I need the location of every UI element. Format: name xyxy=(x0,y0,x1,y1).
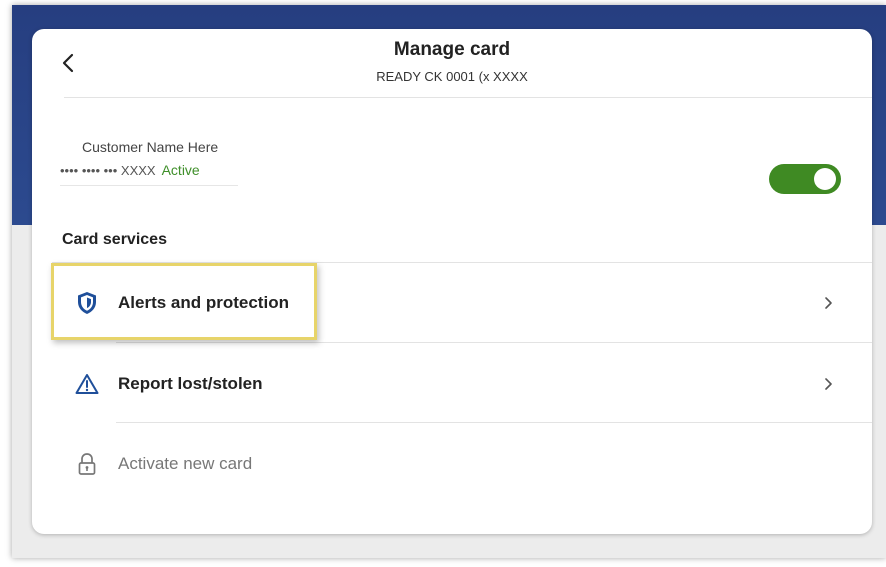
card-active-toggle[interactable] xyxy=(769,164,841,194)
services-divider-top xyxy=(52,262,872,263)
app-screen: Manage card READY CK 0001 (x XXXX Custom… xyxy=(12,5,886,558)
service-item-alerts-protection[interactable]: Alerts and protection xyxy=(52,273,872,333)
warning-icon xyxy=(74,371,100,397)
customer-name: Customer Name Here xyxy=(82,139,219,155)
card-info-underline xyxy=(60,185,238,186)
masked-card-number: •••• •••• ••• XXXX xyxy=(60,162,156,178)
chevron-right-icon xyxy=(818,293,838,313)
window-frame: Manage card READY CK 0001 (x XXXX Custom… xyxy=(0,0,886,567)
services-divider-1 xyxy=(116,342,872,343)
toggle-knob xyxy=(814,168,836,190)
lock-icon xyxy=(74,451,100,477)
card-account-subtitle: READY CK 0001 (x XXXX xyxy=(376,69,528,84)
service-item-label: Activate new card xyxy=(118,454,253,473)
manage-card-panel: Manage card READY CK 0001 (x XXXX Custom… xyxy=(32,29,872,534)
header-divider xyxy=(64,97,872,98)
card-services-heading: Card services xyxy=(62,231,167,248)
card-number-line: •••• •••• ••• XXXX Active xyxy=(60,162,200,178)
service-item-activate-new-card[interactable]: Activate new card xyxy=(52,434,872,494)
chevron-right-icon xyxy=(818,374,838,394)
card-status: Active xyxy=(161,162,200,178)
page-title: Manage card xyxy=(393,39,511,60)
services-divider-2 xyxy=(116,422,872,423)
service-item-report-lost-stolen[interactable]: Report lost/stolen xyxy=(52,354,872,414)
service-item-label: Report lost/stolen xyxy=(118,374,263,393)
shield-icon xyxy=(74,290,100,316)
service-item-label: Alerts and protection xyxy=(118,293,289,312)
